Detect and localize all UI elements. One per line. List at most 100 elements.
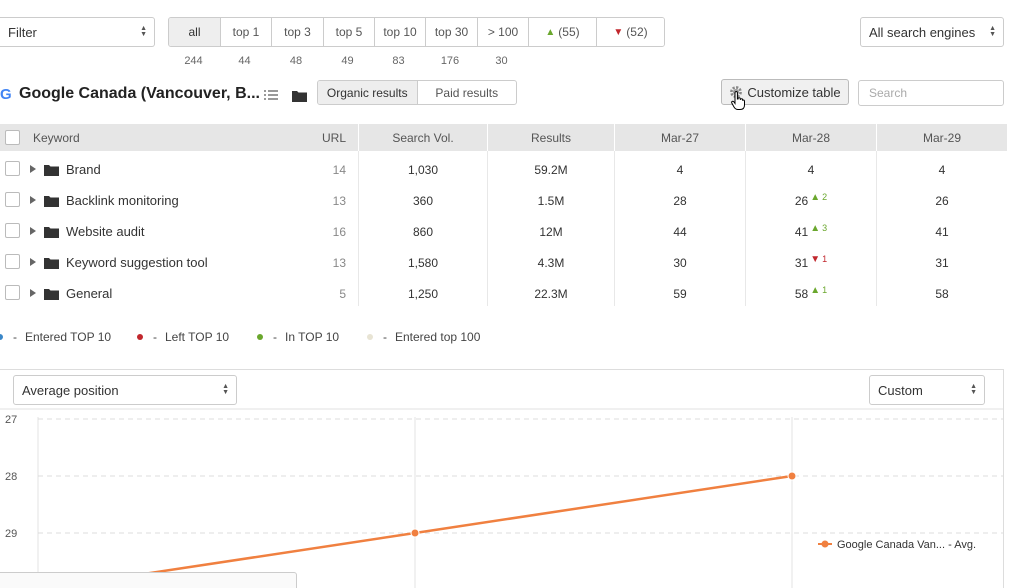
- legend-label: In TOP 10: [285, 330, 340, 344]
- header-mar-29[interactable]: Mar-29: [877, 124, 1007, 151]
- cell-search-vol: 860: [359, 216, 487, 247]
- tab-label: > 100: [487, 25, 519, 39]
- legend-dot-icon: [257, 334, 263, 340]
- cell-keyword[interactable]: General: [66, 278, 112, 309]
- count-top-10: 83: [392, 55, 405, 67]
- legend-dot-icon: [0, 334, 3, 340]
- header-label: Mar-27: [660, 130, 699, 145]
- header-results[interactable]: Results: [488, 124, 614, 151]
- tab-top-5[interactable]: top 5: [323, 18, 374, 46]
- header-search-vol[interactable]: Search Vol.: [359, 124, 487, 151]
- tab-label: Organic results: [326, 85, 408, 100]
- tab-label: all: [188, 25, 201, 39]
- tab-top-30[interactable]: top 30: [425, 18, 477, 46]
- arrow-down-icon: ▼: [810, 254, 821, 265]
- header-keyword[interactable]: Keyword: [33, 124, 80, 151]
- chart-panel: Average position ▲ ▼ Custom ▲ ▼ 27 28 29 Goog…: [0, 369, 1004, 588]
- tab-over-100[interactable]: > 100: [477, 18, 528, 46]
- tab-all[interactable]: all: [169, 18, 220, 46]
- tab-top-3[interactable]: top 3: [271, 18, 323, 46]
- chart-navigator[interactable]: [0, 572, 297, 588]
- cell-keyword[interactable]: Keyword suggestion tool: [66, 247, 208, 278]
- table-row[interactable]: Website audit 16 860 12M 44 41 ▲ 3 41: [0, 216, 1007, 247]
- data-point: [410, 528, 420, 538]
- tab-rising[interactable]: ▲ (55): [528, 18, 596, 46]
- cell-mar-29: 26: [877, 185, 1007, 216]
- rank-change-down: ▼ 1: [810, 254, 827, 265]
- rank-change-value: 2: [822, 192, 828, 202]
- header-label: Mar-28: [791, 130, 830, 145]
- select-all-checkbox[interactable]: [5, 130, 20, 145]
- cell-mar-29: 31: [877, 247, 1007, 278]
- cell-value: 28: [673, 193, 687, 208]
- row-checkbox[interactable]: [5, 161, 20, 176]
- tab-paid-results[interactable]: Paid results: [418, 81, 517, 104]
- cell-mar-28: 26 ▲ 2: [746, 185, 876, 216]
- row-checkbox[interactable]: [5, 254, 20, 269]
- header-label: Results: [530, 130, 571, 145]
- rank-change-up: ▲ 3: [810, 223, 827, 234]
- tab-label: top 1: [232, 25, 260, 39]
- cell-results: 1.5M: [488, 185, 614, 216]
- cell-value: 860: [412, 224, 434, 239]
- cell-value: 31: [935, 255, 949, 270]
- cell-mar-28: 31 ▼ 1: [746, 247, 876, 278]
- expand-arrow-icon[interactable]: [30, 196, 36, 204]
- result-type-tabs: Organic results Paid results: [317, 80, 517, 105]
- cell-mar-28: 58 ▲ 1: [746, 278, 876, 309]
- list-view-icon[interactable]: [264, 89, 278, 101]
- cell-search-vol: 360: [359, 185, 487, 216]
- tab-top-10[interactable]: top 10: [374, 18, 425, 46]
- cell-value: 30: [673, 255, 687, 270]
- hand-cursor-icon: [731, 91, 745, 110]
- cell-value: 12M: [539, 224, 563, 239]
- table-row[interactable]: Keyword suggestion tool 13 1,580 4.3M 30 31 ▼ 1…: [0, 247, 1007, 278]
- expand-arrow-icon[interactable]: [30, 289, 36, 297]
- cell-url: 13: [300, 185, 346, 216]
- cell-value: 41: [794, 224, 809, 239]
- header-mar-27[interactable]: Mar-27: [615, 124, 745, 151]
- expand-arrow-icon[interactable]: [30, 165, 36, 173]
- count-over-100: 30: [495, 55, 508, 67]
- cell-value: 4: [676, 162, 684, 177]
- filter-select[interactable]: Filter ▲ ▼: [0, 17, 155, 47]
- cell-keyword[interactable]: Website audit: [66, 216, 145, 247]
- arrow-up-icon: ▲: [545, 26, 556, 38]
- table-row[interactable]: Brand 14 1,030 59.2M 4 4 4: [0, 154, 1007, 185]
- rank-change-up: ▲ 2: [810, 192, 827, 203]
- expand-arrow-icon[interactable]: [30, 227, 36, 235]
- cell-value: 13: [332, 193, 346, 208]
- cell-value: 22.3M: [534, 286, 568, 301]
- row-checkbox[interactable]: [5, 223, 20, 238]
- location-title[interactable]: Google Canada (Vancouver, B...: [19, 85, 260, 103]
- cell-keyword[interactable]: Brand: [66, 154, 101, 185]
- tab-top-1[interactable]: top 1: [220, 18, 271, 46]
- legend-in-top-10: - In TOP 10: [257, 330, 339, 344]
- header-mar-28[interactable]: Mar-28: [746, 124, 876, 151]
- legend-dot-icon: [137, 334, 143, 340]
- table-row[interactable]: General 5 1,250 22.3M 59 58 ▲ 1 58: [0, 278, 1007, 309]
- cell-keyword[interactable]: Backlink monitoring: [66, 185, 179, 216]
- cell-mar-27: 4: [615, 154, 745, 185]
- expand-arrow-icon[interactable]: [30, 258, 36, 266]
- legend-label: Entered TOP 10: [25, 330, 112, 344]
- tab-falling[interactable]: ▼ (52): [596, 18, 664, 46]
- tab-organic-results[interactable]: Organic results: [318, 81, 418, 104]
- folder-view-icon[interactable]: [292, 90, 307, 102]
- rank-change-up: ▲ 1: [810, 285, 827, 296]
- count-top-5: 49: [341, 55, 354, 67]
- cell-value: 59: [673, 286, 687, 301]
- cell-search-vol: 1,030: [359, 154, 487, 185]
- search-input[interactable]: [858, 80, 1004, 106]
- rank-change-value: 1: [822, 285, 828, 295]
- folder-icon: [44, 289, 59, 300]
- row-checkbox[interactable]: [5, 285, 20, 300]
- legend-entered-top-100: - Entered top 100: [367, 330, 480, 344]
- row-checkbox[interactable]: [5, 192, 20, 207]
- table-row[interactable]: Backlink monitoring 13 360 1.5M 28 26 ▲ 2 26: [0, 185, 1007, 216]
- header-url[interactable]: URL: [300, 124, 346, 151]
- search-engines-select[interactable]: All search engines ▲ ▼: [860, 17, 1004, 47]
- cell-value: 58: [935, 286, 949, 301]
- filter-label: Filter: [8, 24, 37, 40]
- cell-url: 14: [300, 154, 346, 185]
